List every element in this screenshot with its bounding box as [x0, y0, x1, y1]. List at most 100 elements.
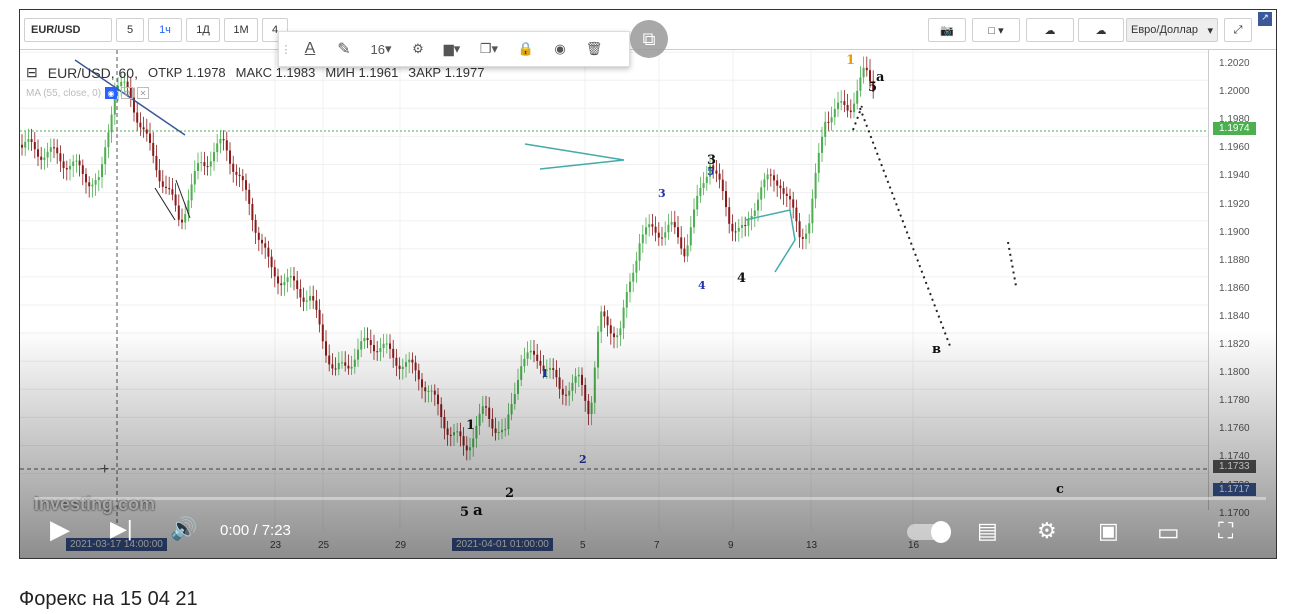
- price-tick: 1.1880: [1219, 254, 1250, 266]
- line-color-button[interactable]: ✎: [327, 31, 361, 67]
- candle-body: [37, 149, 39, 157]
- candle-body: [590, 402, 593, 415]
- candle-body: [737, 227, 740, 232]
- candle-body: [257, 232, 260, 240]
- candle-body: [78, 160, 81, 166]
- candle-body: [280, 283, 283, 286]
- fill-button[interactable]: ▆▾: [435, 31, 469, 67]
- currency-select[interactable]: Евро/Доллар ▾: [1126, 18, 1218, 42]
- price-tick: 1.1860: [1219, 282, 1250, 294]
- candle-body: [593, 367, 596, 403]
- candle-body: [392, 348, 395, 358]
- candle-body: [648, 224, 651, 228]
- candle-body: [59, 153, 62, 162]
- cloud-upload-icon: ☁: [1095, 24, 1107, 37]
- cloud-download-button[interactable]: ☁: [1026, 18, 1074, 42]
- volume-button[interactable]: 🔊: [170, 516, 197, 542]
- candle-body: [94, 180, 97, 185]
- drag-handle-icon[interactable]: ⋮: [279, 31, 293, 67]
- interval-1m[interactable]: 1М: [224, 18, 258, 42]
- cloud-upload-button[interactable]: ☁: [1078, 18, 1124, 42]
- candle-body: [645, 227, 647, 235]
- interval-1d[interactable]: 1Д: [186, 18, 220, 42]
- interval-1h[interactable]: 1ч: [148, 18, 182, 42]
- candle-body: [638, 243, 641, 261]
- miniplayer-button[interactable]: ▣: [1098, 518, 1119, 544]
- camera-icon: 📷: [940, 24, 954, 37]
- settings-button[interactable]: ⚙: [401, 31, 435, 67]
- candle-body: [651, 224, 654, 227]
- candle-body: [382, 343, 385, 349]
- candle-body: [168, 188, 171, 190]
- triangle-drawing: [524, 143, 625, 170]
- candle-body: [558, 377, 561, 389]
- video-player[interactable]: EUR/USD 5 1ч 1Д 1М 4 📷 □ ▾ ☁ ☁ Евро/Долл…: [19, 9, 1277, 559]
- popout-icon[interactable]: ↗: [1258, 12, 1272, 26]
- candle-body: [753, 210, 756, 217]
- candle-body: [603, 311, 606, 317]
- lock-button[interactable]: 🔒: [509, 31, 543, 67]
- clone-button[interactable]: ❐▾: [469, 31, 509, 67]
- candle-body: [635, 260, 638, 273]
- currency-select-value: Евро/Доллар: [1131, 24, 1198, 36]
- fullscreen-chart-button[interactable]: ⤢: [1224, 18, 1252, 42]
- camera-button[interactable]: 📷: [928, 18, 966, 42]
- symbol-field[interactable]: EUR/USD: [24, 18, 112, 42]
- collapse-icon[interactable]: ⊟: [26, 64, 38, 81]
- candle-body: [613, 333, 615, 338]
- candle-body: [363, 338, 366, 342]
- wave-label: 5: [868, 80, 878, 95]
- time-display: 0:00 / 7:23: [220, 522, 291, 539]
- candle-body: [88, 182, 91, 187]
- candle-body: [795, 207, 798, 222]
- text-color-button[interactable]: A: [293, 31, 327, 67]
- candle-body: [533, 350, 535, 355]
- candle-body: [238, 174, 241, 177]
- candle-body: [30, 139, 33, 143]
- eye-icon[interactable]: ◉: [105, 87, 118, 99]
- candle-body: [296, 280, 299, 289]
- chart-style-button[interactable]: □ ▾: [972, 18, 1020, 42]
- next-button[interactable]: ▶|: [110, 516, 133, 542]
- candle-body: [33, 142, 36, 150]
- candle-body: [757, 199, 759, 211]
- candle-body: [849, 110, 852, 113]
- theater-button[interactable]: ▭: [1157, 518, 1180, 547]
- text-color-icon: A: [304, 40, 316, 57]
- candle-body: [46, 151, 49, 158]
- delete-button[interactable]: 🗑: [577, 31, 611, 67]
- candle-body: [433, 390, 436, 395]
- candle-body: [568, 390, 571, 396]
- candle-body: [747, 219, 750, 226]
- candle-body: [472, 438, 475, 448]
- candle-body: [43, 157, 46, 160]
- fullscreen-button[interactable]: ⛶: [1218, 518, 1233, 544]
- wave-label: 4: [737, 271, 747, 286]
- candle-body: [437, 394, 439, 405]
- subtitles-button[interactable]: ▤: [977, 518, 998, 544]
- candle-body: [677, 227, 679, 238]
- close-icon[interactable]: ✕: [137, 87, 150, 99]
- candle-body: [657, 232, 660, 238]
- candle-body: [158, 170, 161, 182]
- candle-body: [91, 184, 94, 187]
- play-button[interactable]: ▶: [50, 514, 70, 545]
- gear-icon[interactable]: ⚙: [121, 87, 134, 99]
- candle-body: [312, 296, 315, 301]
- price-chart[interactable]: +: [20, 50, 1208, 530]
- candle-body: [101, 164, 103, 178]
- autoplay-toggle[interactable]: [907, 521, 951, 543]
- interval-5[interactable]: 5: [116, 18, 144, 42]
- candle-body: [165, 186, 167, 189]
- candle-body: [193, 171, 196, 185]
- font-size-select[interactable]: 16 ▾: [361, 31, 401, 67]
- visibility-button[interactable]: ◉: [543, 31, 577, 67]
- settings-button[interactable]: ⚙: [1037, 518, 1057, 544]
- progress-bar[interactable]: [34, 497, 1266, 500]
- candle-body: [670, 221, 673, 225]
- candle-body: [741, 225, 743, 228]
- candle-body: [369, 340, 372, 346]
- candle-body: [350, 366, 353, 369]
- overlay-expand-button[interactable]: ⧉: [630, 20, 668, 58]
- wave-label: 2: [579, 453, 587, 466]
